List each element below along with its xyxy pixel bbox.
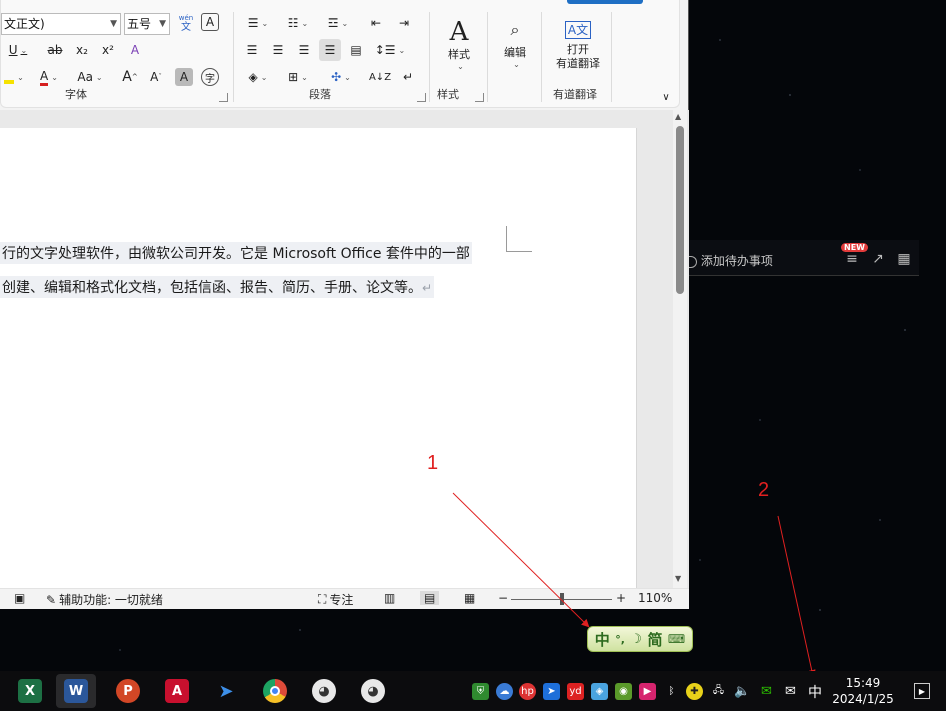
taskbar: X W P A ➤ ◕ ◕ ⛨ ☁ hp ➤ yd ◈ ◉ ▶ ᛒ ✚ 🖧 🔈 … [0, 671, 946, 711]
powerpoint-icon: P [116, 679, 140, 703]
keyboard-icon[interactable]: ⌨ [668, 632, 685, 646]
network-icon[interactable]: 🖧 [710, 683, 727, 700]
annotation-arrow-2 [777, 515, 816, 678]
taskbar-excel[interactable]: X [10, 674, 50, 708]
taskbar-word[interactable]: W [56, 674, 96, 708]
annotation-arrows [452, 492, 816, 678]
volume-icon[interactable]: 🔈 [734, 683, 751, 700]
paper-plane-icon: ➤ [218, 680, 234, 702]
ime-mode-toggle[interactable]: 简 [647, 629, 662, 650]
chrome-icon [263, 679, 287, 703]
play-icon: ▶ [918, 686, 926, 696]
wechat-icon[interactable]: ✉ [758, 683, 775, 700]
panda-icon: ◕ [312, 679, 336, 703]
excel-icon: X [18, 679, 42, 703]
ime-floating-bar[interactable]: 中 °, ☽ 简 ⌨ [587, 626, 693, 652]
clock[interactable]: 15:49 2024/1/25 [830, 675, 896, 707]
moon-icon[interactable]: ☽ [630, 632, 642, 647]
taskbar-chrome[interactable] [255, 674, 295, 708]
nvidia-icon[interactable]: ◉ [615, 683, 632, 700]
taskbar-panda-app[interactable]: ◕ [304, 674, 344, 708]
youdao-tray-icon[interactable]: yd [567, 683, 584, 700]
punctuation-icon[interactable]: °, [615, 633, 625, 646]
word-icon: W [64, 679, 88, 703]
clock-date: 2024/1/25 [832, 692, 894, 706]
panda-star-icon: ◕ [361, 679, 385, 703]
plus-tray-icon[interactable]: ✚ [686, 683, 703, 700]
app-tray-icon[interactable]: ▶ [639, 683, 656, 700]
clock-time: 15:49 [845, 676, 881, 690]
ime-language-toggle[interactable]: 中 [595, 629, 610, 650]
cloud-sync-icon[interactable]: ☁ [496, 683, 513, 700]
taskbar-feishu[interactable]: ➤ [206, 674, 246, 708]
bluetooth-icon[interactable]: ᛒ [663, 683, 680, 700]
security-shield-icon[interactable]: ⛨ [472, 683, 489, 700]
ime-tray-indicator[interactable]: 中 [808, 682, 822, 702]
taskbar-powerpoint[interactable]: P [108, 674, 148, 708]
message-icon[interactable]: ✉ [782, 683, 799, 700]
annotation-arrow-1 [452, 492, 590, 628]
autocad-icon: A [165, 679, 189, 703]
notification-center-button[interactable]: ▶ [914, 683, 930, 699]
feishu-tray-icon[interactable]: ➤ [543, 683, 560, 700]
remote-desktop-icon[interactable]: ◈ [591, 683, 608, 700]
taskbar-autocad[interactable]: A [157, 674, 197, 708]
taskbar-panda-app-2[interactable]: ◕ [353, 674, 393, 708]
hp-icon[interactable]: hp [519, 683, 536, 700]
